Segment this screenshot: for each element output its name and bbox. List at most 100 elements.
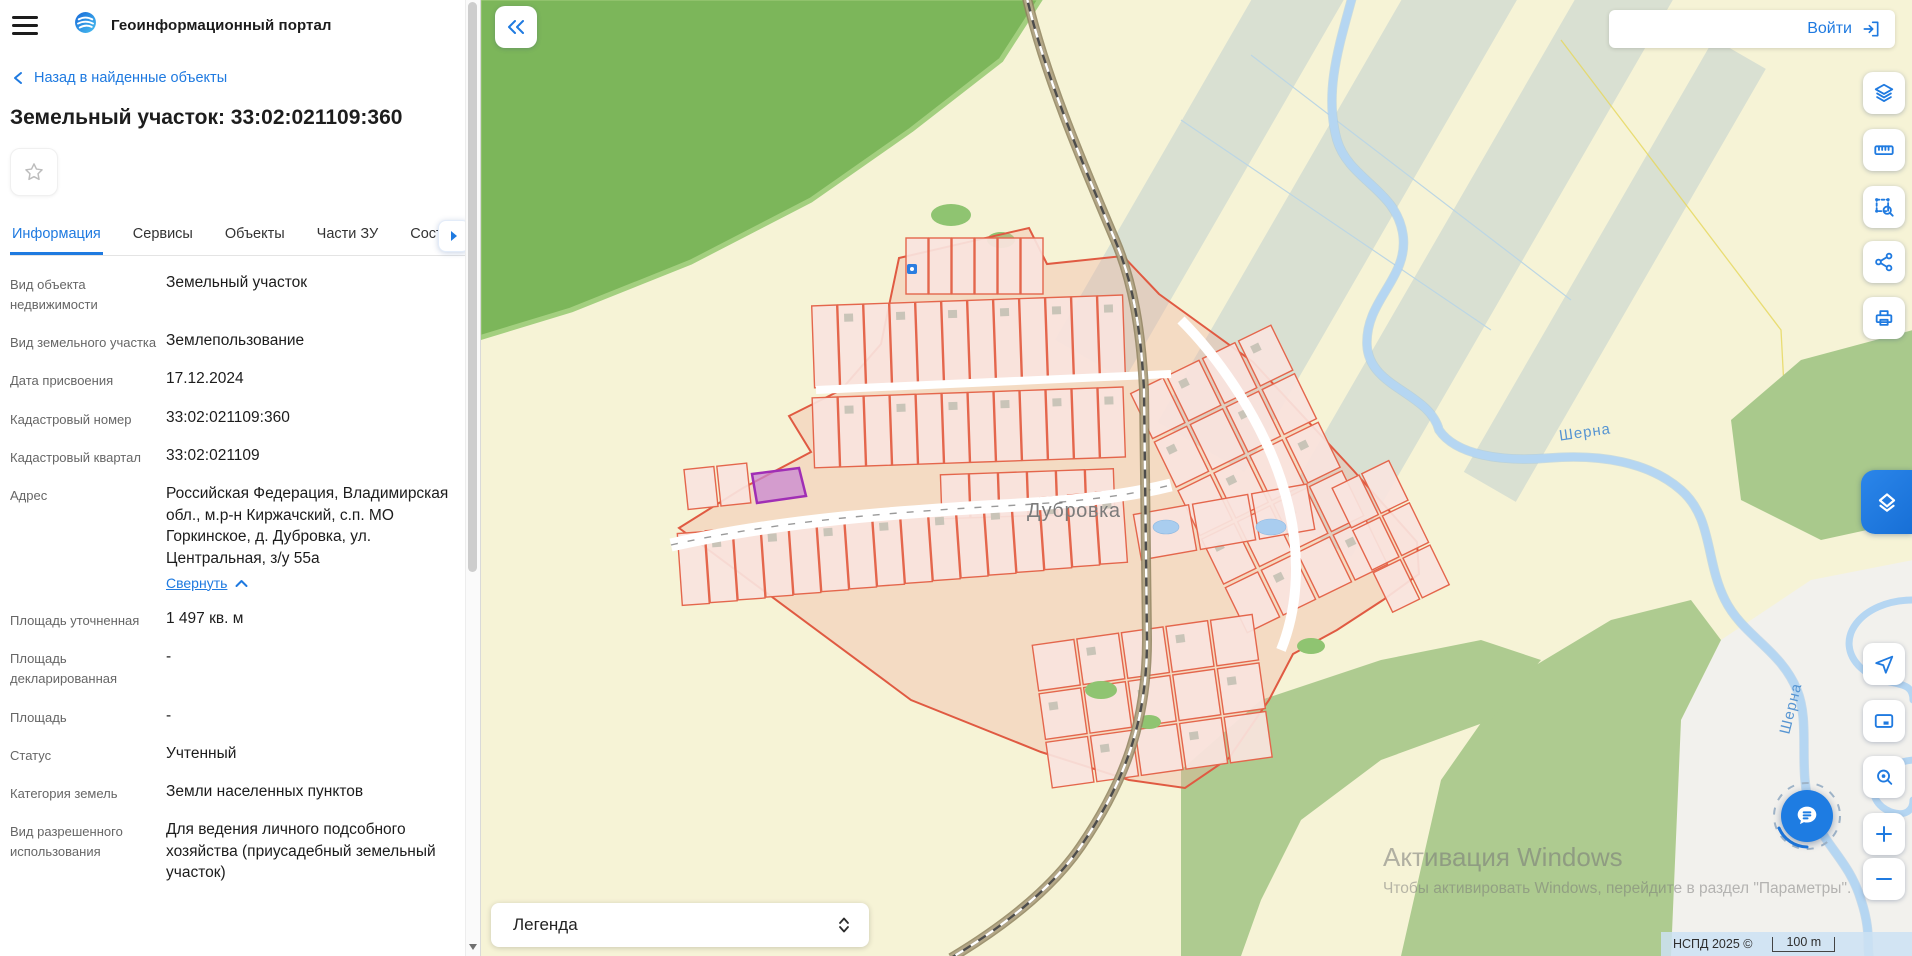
object-info-panel: Геоинформационный портал Назад в найденн… [0,0,480,956]
attribute-value: 17.12.2024 [166,368,466,391]
layers-button[interactable] [1863,72,1905,114]
login-bar[interactable]: Войти [1609,10,1895,48]
attribute-row: Вид объекта недвижимости Земельный участ… [10,272,466,315]
attribute-label: Площадь декларированная [10,646,166,689]
search-area-icon [1873,766,1895,788]
print-icon [1873,307,1895,329]
tab[interactable]: Объекты [223,218,287,255]
menu-icon[interactable] [12,12,38,38]
attribute-value: Землепользование [166,330,466,353]
share-icon [1873,251,1895,273]
zoom-in-icon [1874,824,1894,844]
panel-scrollbar[interactable] [465,0,480,956]
attribute-label: Кадастровый номер [10,407,166,430]
collapse-panel-button[interactable] [495,6,537,48]
attribute-value: Российская Федерация, Владимирская обл.,… [166,483,466,593]
legend-bar[interactable]: Легенда [491,903,869,947]
attribute-row: Категория земель Земли населенных пункто… [10,781,466,804]
panel-content: Геоинформационный портал Назад в найденн… [0,0,466,956]
attribute-row: Площадь - [10,705,466,728]
selected-parcel[interactable] [752,468,806,503]
scroll-down-icon[interactable] [466,940,480,954]
minimap-icon [1873,710,1895,732]
map-canvas[interactable]: Дубровка Шерна Шерна Активация Windows Ч… [480,0,1912,956]
attribute-label: Вид разрешенного использования [10,819,166,884]
attribute-label: Вид объекта недвижимости [10,272,166,315]
attribute-row: Вид земельного участка Землепользование [10,330,466,353]
star-icon [23,161,45,183]
ruler-button[interactable] [1863,129,1905,171]
panel-toggle-icon [1874,489,1900,515]
page-title: Земельный участок: 33:02:021109:360 [10,106,466,130]
attribute-label: Вид земельного участка [10,330,166,353]
chevron-up-icon [235,579,248,588]
attribution-text: НСПД 2025 © [1673,937,1752,951]
login-label: Войти [1807,20,1852,38]
login-icon [1861,19,1881,39]
zoom-out-button[interactable] [1863,858,1905,900]
panel-header: Геоинформационный портал [10,0,466,46]
attribute-label: Кадастровый квартал [10,445,166,468]
attribute-value: - [166,705,466,728]
attribute-list: Вид объекта недвижимости Земельный участ… [10,272,466,884]
zoom-in-button[interactable] [1863,813,1905,855]
attribute-row: Кадастровый квартал 33:02:021109 [10,445,466,468]
search-area-button[interactable] [1863,756,1905,798]
locate-icon [1873,653,1895,675]
portal-logo [74,11,97,39]
attribute-row: Кадастровый номер 33:02:021109:360 [10,407,466,430]
attribute-label: Категория земель [10,781,166,804]
map-marker[interactable] [907,264,917,274]
attribute-row: Вид разрешенного использования Для веден… [10,819,466,884]
legend-label: Легенда [513,915,578,935]
attribute-row: Площадь уточненная 1 497 кв. м [10,608,466,631]
favorite-button[interactable] [10,148,58,196]
print-button[interactable] [1863,297,1905,339]
attribute-value: 33:02:021109:360 [166,407,466,430]
attribute-value: 1 497 кв. м [166,608,466,631]
scale-bar: 100 m [1772,937,1835,952]
attribute-value: Земли населенных пунктов [166,781,466,804]
ruler-icon [1873,139,1895,161]
tab-overflow-arrow-icon [449,230,459,242]
zoom-out-icon [1874,869,1894,889]
legend-expand-icon [837,915,851,935]
attribute-label: Площадь уточненная [10,608,166,631]
place-label: Дубровка [1027,500,1121,523]
tab[interactable]: Сервисы [131,218,195,255]
scrollbar-thumb[interactable] [468,2,477,572]
attribute-row: Площадь декларированная - [10,646,466,689]
back-link[interactable]: Назад в найденные объекты [12,70,466,86]
attribute-label: Площадь [10,705,166,728]
attribute-label: Дата присвоения [10,368,166,391]
share-button[interactable] [1863,241,1905,283]
attribute-label: Статус [10,743,166,766]
chat-icon [1793,802,1821,830]
attribute-value: Для ведения личного подсобного хозяйства… [166,819,466,884]
locate-button[interactable] [1863,643,1905,685]
panel-toggle-button[interactable] [1861,470,1912,534]
attribute-value: - [166,646,466,689]
layers-icon [1873,82,1895,104]
attribute-label: Адрес [10,483,166,593]
attribute-value: Учтенный [166,743,466,766]
back-link-label: Назад в найденные объекты [34,70,227,86]
attribute-row: Дата присвоения 17.12.2024 [10,368,466,391]
attribute-row: Адрес Российская Федерация, Владимирская… [10,483,466,593]
area-select-icon [1873,196,1895,218]
minimap-button[interactable] [1863,700,1905,742]
attribute-row: Статус Учтенный [10,743,466,766]
tab[interactable]: Информация [10,218,103,255]
attribute-value: 33:02:021109 [166,445,466,468]
area-select-button[interactable] [1863,186,1905,228]
app-title: Геоинформационный портал [111,17,332,34]
tab-bar: Информация Сервисы Объекты Части ЗУ [10,218,466,256]
basemap [481,0,1912,956]
tab[interactable]: Части ЗУ [315,218,381,255]
chat-button[interactable] [1769,778,1845,854]
collapse-address-link[interactable]: Свернуть [166,574,227,594]
attribute-value: Земельный участок [166,272,466,315]
tab-overflow-button[interactable] [438,220,466,252]
collapse-panel-icon [506,19,526,35]
geoportal-app: Геоинформационный портал Назад в найденн… [0,0,1912,956]
